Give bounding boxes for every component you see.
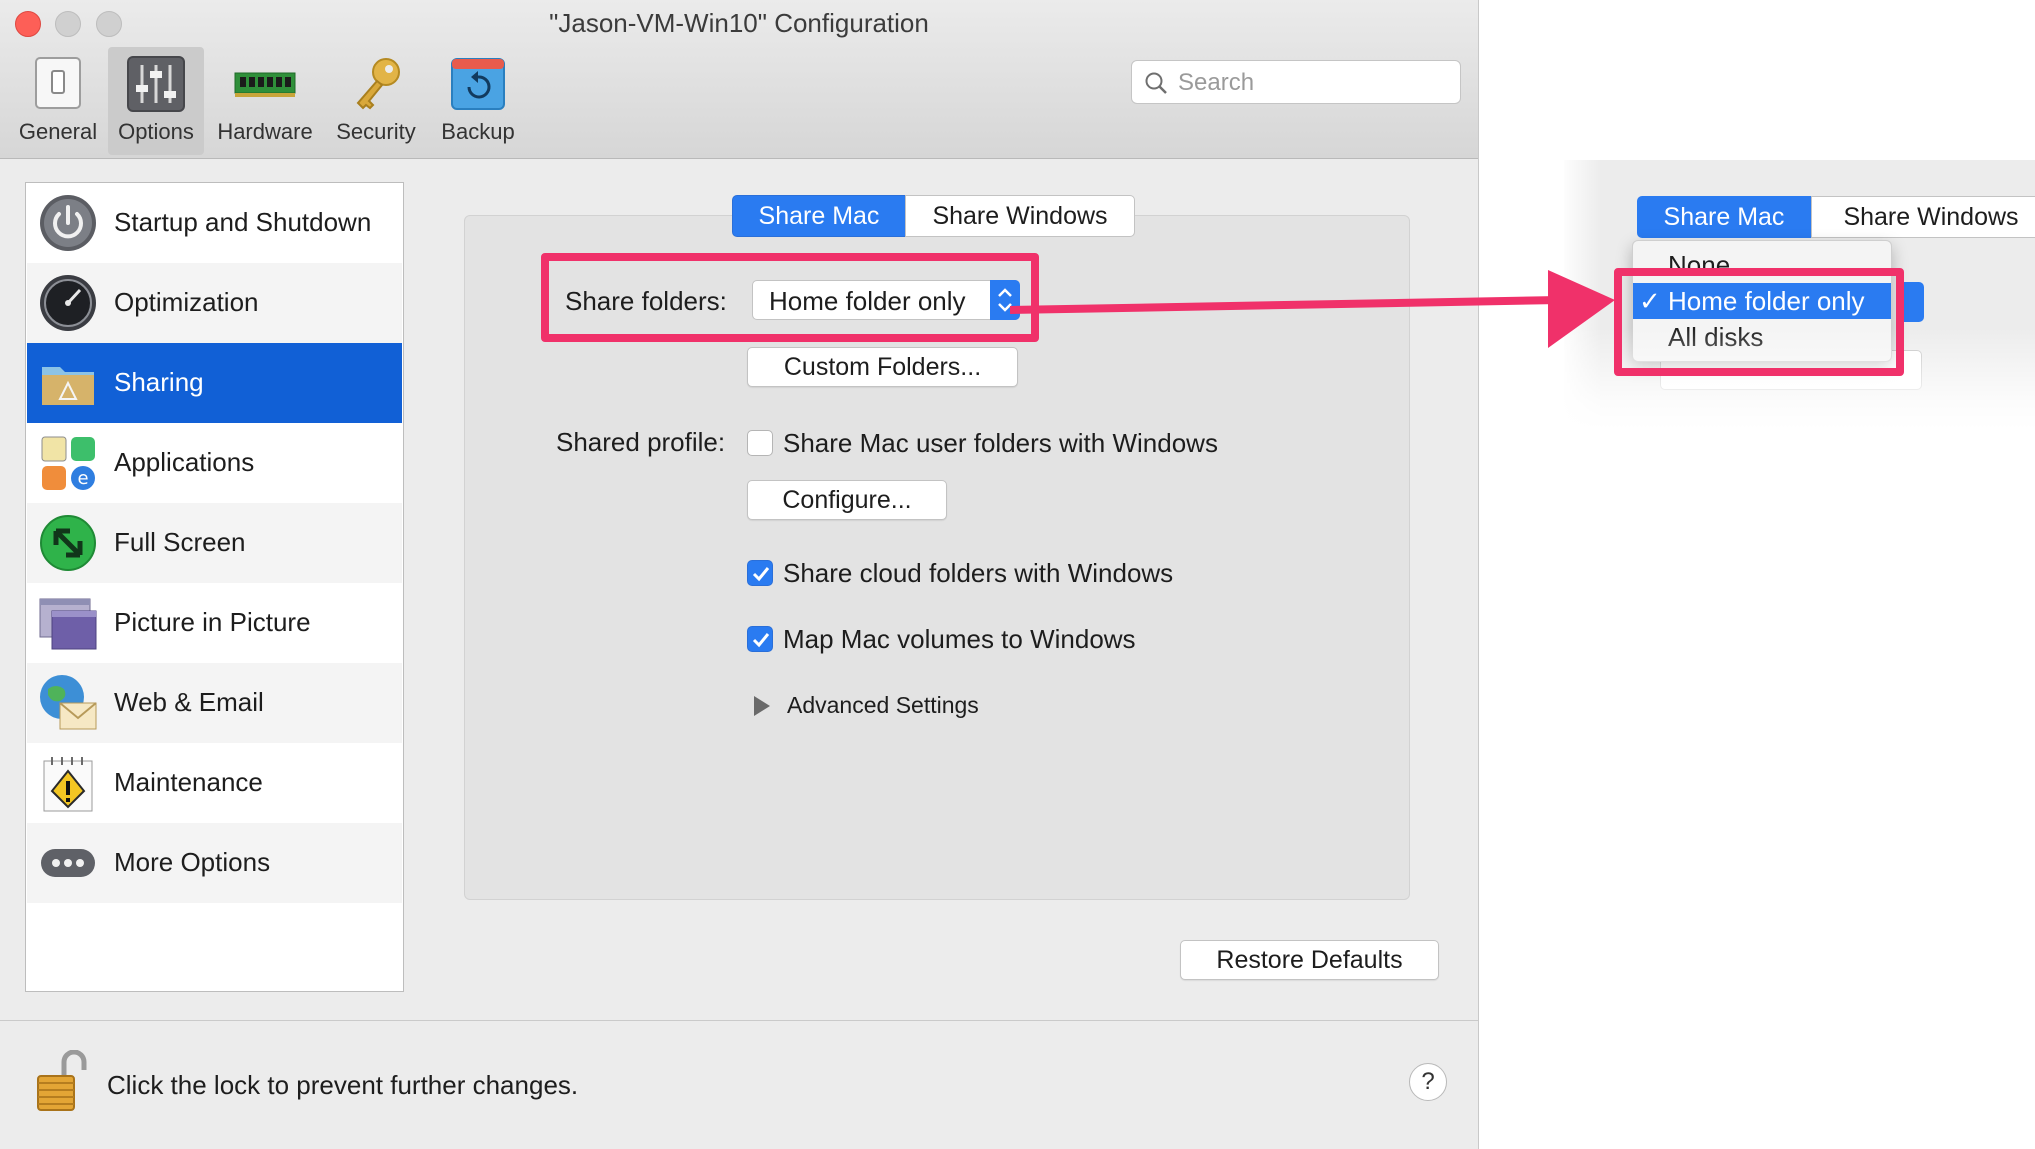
- toolbar-general[interactable]: General: [10, 47, 106, 155]
- share-user-folders-label: Share Mac user folders with Windows: [783, 428, 1218, 458]
- lock-open-icon[interactable]: [34, 1050, 90, 1112]
- map-volumes-label: Map Mac volumes to Windows: [783, 624, 1136, 654]
- shared-profile-label: Shared profile:: [556, 427, 726, 457]
- sidebar-item-picture-in-picture[interactable]: Picture in Picture: [27, 583, 402, 663]
- annotation-highlight-share-folders: [541, 253, 1039, 342]
- inset-tab-share-mac: Share Mac: [1637, 196, 1811, 238]
- picture-in-picture-icon: [39, 598, 97, 650]
- toolbar-hardware[interactable]: Hardware: [210, 47, 320, 155]
- memory-chip-icon: [234, 72, 296, 97]
- search-field[interactable]: [1131, 60, 1461, 104]
- window-title: "Jason-VM-Win10" Configuration: [549, 8, 929, 38]
- sidebar-item-full-screen[interactable]: Full Screen: [27, 503, 402, 583]
- toolbar-backup[interactable]: Backup: [430, 47, 526, 155]
- advanced-settings-label[interactable]: Advanced Settings: [787, 692, 979, 719]
- share-cloud-label: Share cloud folders with Windows: [783, 558, 1174, 588]
- switch-icon: [35, 57, 81, 109]
- lock-status-text: Click the lock to prevent further change…: [107, 1070, 579, 1100]
- web-email-icon: [40, 675, 97, 730]
- key-icon: [356, 58, 400, 110]
- power-icon: [40, 195, 96, 251]
- applications-icon: e: [41, 436, 95, 490]
- inset-tab-share-windows: Share Windows: [1811, 196, 2035, 238]
- sidebar-item-startup-shutdown[interactable]: Startup and Shutdown: [27, 183, 402, 263]
- toolbar-security[interactable]: Security: [326, 47, 426, 155]
- maintenance-icon: [43, 757, 93, 812]
- more-options-icon: [41, 849, 95, 877]
- checkmark-icon: [752, 633, 770, 648]
- sidebar-item-maintenance[interactable]: Maintenance: [27, 743, 402, 823]
- title-toolbar-area: "Jason-VM-Win10" Configuration General O…: [0, 0, 1478, 159]
- svg-text:e: e: [77, 468, 88, 489]
- custom-folders-button[interactable]: Custom Folders...: [747, 347, 1018, 387]
- share-cloud-checkbox[interactable]: [747, 560, 773, 586]
- shared-folder-icon: [42, 367, 94, 405]
- options-sidebar: Startup and Shutdown Optimization Sharin…: [25, 182, 404, 992]
- speedometer-icon: [40, 275, 96, 331]
- checkmark-icon: [752, 567, 770, 582]
- search-input[interactable]: [1176, 65, 1450, 101]
- sidebar-item-sharing[interactable]: Sharing: [27, 343, 402, 423]
- sidebar-item-more-options[interactable]: More Options: [27, 823, 402, 903]
- share-user-folders-checkbox[interactable]: [747, 430, 773, 456]
- inset-popup-arrows: [1902, 282, 1924, 322]
- disclosure-triangle-icon[interactable]: [752, 694, 772, 718]
- configure-button[interactable]: Configure...: [747, 480, 947, 520]
- full-screen-icon: [40, 515, 96, 571]
- sidebar-item-applications[interactable]: e Applications: [27, 423, 402, 503]
- backup-icon: [451, 58, 505, 110]
- help-button[interactable]: ?: [1409, 1063, 1447, 1101]
- sidebar-item-web-email[interactable]: Web & Email: [27, 663, 402, 743]
- search-icon: [1145, 72, 1167, 94]
- annotation-highlight-menu: [1614, 268, 1904, 376]
- sliders-icon: [127, 56, 185, 112]
- annotation-arrow-icon: [1009, 270, 1615, 348]
- restore-defaults-button[interactable]: Restore Defaults: [1180, 940, 1439, 980]
- configuration-window: "Jason-VM-Win10" Configuration General O…: [0, 0, 1479, 1149]
- toolbar-options[interactable]: Options: [108, 47, 204, 155]
- map-volumes-checkbox[interactable]: [747, 626, 773, 652]
- sidebar-item-optimization[interactable]: Optimization: [27, 263, 402, 343]
- tab-share-windows[interactable]: Share Windows: [905, 195, 1135, 237]
- tab-share-mac[interactable]: Share Mac: [732, 195, 906, 237]
